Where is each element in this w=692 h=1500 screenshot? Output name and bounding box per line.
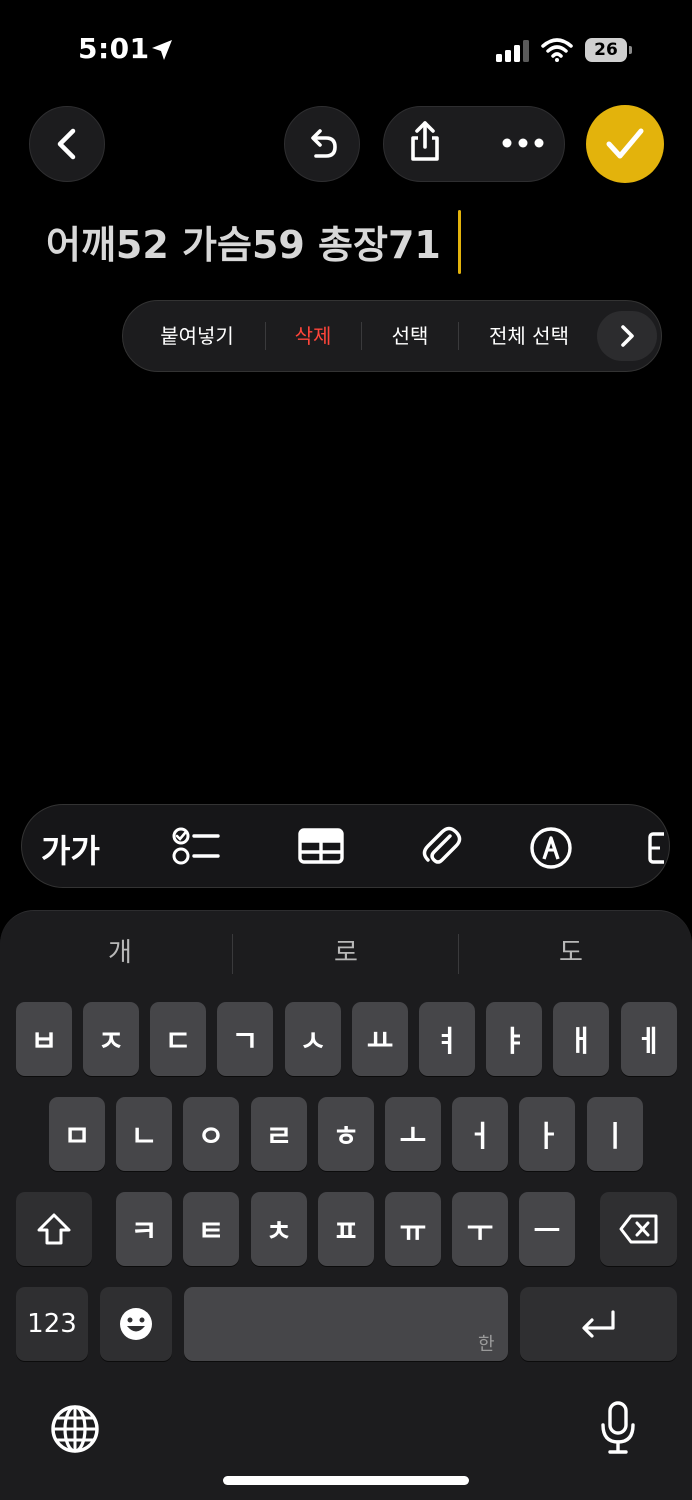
shift-icon — [37, 1213, 71, 1245]
key-tieut[interactable]: ㅌ — [183, 1192, 239, 1266]
key-pieup[interactable]: ㅍ — [318, 1192, 374, 1266]
more-icon[interactable] — [500, 132, 546, 154]
return-icon — [581, 1310, 615, 1338]
key-a[interactable]: ㅏ — [519, 1097, 575, 1171]
note-text[interactable]: 어깨52 가슴59 총장71 — [46, 214, 441, 269]
key-yo[interactable]: ㅛ — [352, 1002, 408, 1076]
menu-divider — [361, 322, 362, 350]
paste-menu-item[interactable]: 붙여넣기 — [142, 300, 252, 372]
key-chieut[interactable]: ㅊ — [251, 1192, 307, 1266]
home-indicator — [223, 1476, 469, 1485]
microphone-icon[interactable] — [598, 1400, 638, 1456]
menu-divider — [458, 322, 459, 350]
key-mieum[interactable]: ㅁ — [49, 1097, 105, 1171]
backspace-key[interactable] — [600, 1192, 677, 1266]
key-ieung[interactable]: ㅇ — [183, 1097, 239, 1171]
suggestion-2[interactable]: 로 — [256, 930, 436, 976]
backspace-icon — [619, 1214, 657, 1244]
key-giyeok[interactable]: ㄱ — [217, 1002, 273, 1076]
battery-nub — [629, 46, 632, 54]
attachment-icon[interactable] — [420, 824, 462, 870]
shift-key[interactable] — [16, 1192, 92, 1266]
suggestion-divider — [232, 934, 233, 974]
key-hieut[interactable]: ㅎ — [318, 1097, 374, 1171]
key-rieul[interactable]: ㄹ — [251, 1097, 307, 1171]
back-button[interactable] — [29, 106, 105, 182]
undo-button[interactable] — [284, 106, 360, 182]
return-key[interactable] — [520, 1287, 677, 1361]
menu-next-button[interactable] — [597, 311, 657, 361]
menu-divider — [265, 322, 266, 350]
numbers-key[interactable]: 123 — [16, 1287, 88, 1361]
more-tools-icon[interactable] — [648, 832, 664, 864]
key-jieut[interactable]: ㅈ — [83, 1002, 139, 1076]
status-time: 5:01 — [78, 32, 150, 65]
key-kieuk[interactable]: ㅋ — [116, 1192, 172, 1266]
space-key[interactable] — [184, 1287, 508, 1361]
select-menu-item[interactable]: 선택 — [372, 300, 448, 372]
globe-icon[interactable] — [50, 1404, 100, 1454]
chevron-right-icon — [621, 325, 634, 347]
key-ya[interactable]: ㅑ — [486, 1002, 542, 1076]
emoji-key[interactable] — [100, 1287, 172, 1361]
key-bieup[interactable]: ㅂ — [16, 1002, 72, 1076]
suggestion-divider — [458, 934, 459, 974]
key-ae[interactable]: ㅐ — [553, 1002, 609, 1076]
key-i[interactable]: ㅣ — [587, 1097, 643, 1171]
checklist-icon[interactable] — [172, 826, 220, 866]
key-nieun[interactable]: ㄴ — [116, 1097, 172, 1171]
battery-indicator: 26 — [585, 38, 627, 62]
space-language-hint: 한 — [478, 1334, 495, 1355]
select-all-menu-item[interactable]: 전체 선택 — [470, 300, 588, 372]
done-button[interactable] — [586, 105, 664, 183]
table-icon[interactable] — [298, 828, 344, 864]
key-digeut[interactable]: ㄷ — [150, 1002, 206, 1076]
suggestion-1[interactable]: 개 — [30, 930, 210, 976]
key-siot[interactable]: ㅅ — [285, 1002, 341, 1076]
markup-icon[interactable] — [529, 826, 573, 870]
key-e[interactable]: ㅔ — [621, 1002, 677, 1076]
text-style-button[interactable]: 가가 — [41, 826, 100, 872]
key-u[interactable]: ㅜ — [452, 1192, 508, 1266]
checkmark-icon — [606, 128, 644, 159]
chevron-left-icon — [57, 128, 76, 160]
text-caret — [458, 210, 461, 274]
suggestion-3[interactable]: 도 — [481, 930, 661, 976]
share-icon[interactable] — [405, 119, 445, 165]
wifi-icon — [541, 38, 573, 62]
key-o[interactable]: ㅗ — [385, 1097, 441, 1171]
undo-icon — [311, 129, 337, 158]
location-arrow-icon — [152, 40, 172, 60]
delete-menu-item[interactable]: 삭제 — [277, 300, 349, 372]
emoji-icon — [120, 1308, 152, 1340]
key-yeo[interactable]: ㅕ — [419, 1002, 475, 1076]
key-eo[interactable]: ㅓ — [452, 1097, 508, 1171]
key-yu[interactable]: ㅠ — [385, 1192, 441, 1266]
key-eu[interactable]: ㅡ — [519, 1192, 575, 1266]
cellular-signal-icon — [496, 40, 529, 62]
